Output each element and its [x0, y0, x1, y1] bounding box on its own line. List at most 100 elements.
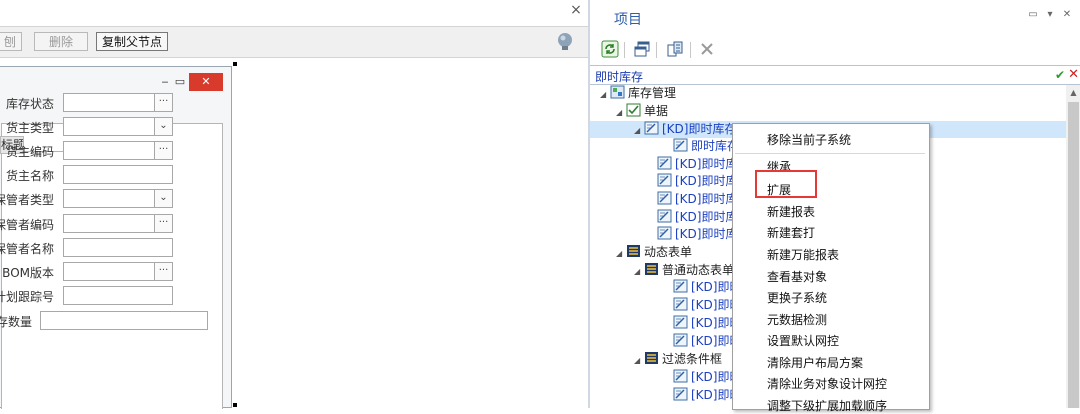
- toolbar-button-partial[interactable]: 刨: [0, 32, 22, 51]
- tree-node[interactable]: [KD]即时: [663, 369, 741, 386]
- form-icon: [657, 209, 675, 224]
- form-icon: [657, 226, 675, 241]
- chevron-down-icon[interactable]: ⌄: [154, 190, 172, 207]
- toolbar-separator: [656, 42, 657, 58]
- quantity-field[interactable]: [40, 311, 208, 330]
- designer-titlebar: ×: [0, 0, 588, 26]
- delete-icon[interactable]: [698, 40, 716, 58]
- context-menu-item[interactable]: 设置默认网控: [767, 332, 839, 349]
- form-icon: [673, 387, 691, 402]
- copy-icon[interactable]: [666, 40, 684, 58]
- designer-toolbar: 刨 删除 复制父节点: [0, 26, 588, 58]
- context-menu-item[interactable]: 元数据检测: [767, 311, 827, 328]
- scroll-up-icon[interactable]: ▲: [1066, 85, 1080, 100]
- ellipsis-icon[interactable]: ···: [154, 142, 172, 159]
- form-icon: [657, 191, 675, 206]
- tree-node[interactable]: ◢ 库存管理: [600, 85, 676, 102]
- field-label: 货主名称: [5, 169, 54, 183]
- expand-arrow-icon[interactable]: ◢: [616, 245, 626, 262]
- ellipsis-icon[interactable]: ···: [154, 94, 172, 111]
- minimize-icon[interactable]: ‒: [157, 73, 173, 91]
- resize-handle[interactable]: [233, 403, 237, 407]
- form-body: 标题 库存状态···货主类型⌄货主编码···货主名称保管者类型⌄保管者编码···…: [0, 93, 223, 409]
- pane-close-icon[interactable]: ✕: [1060, 8, 1074, 22]
- maximize-icon[interactable]: ▭: [173, 73, 187, 91]
- expand-arrow-icon[interactable]: ◢: [634, 122, 644, 139]
- lightbulb-icon[interactable]: [554, 31, 576, 53]
- highlight-annotation: [755, 170, 817, 198]
- form-icon: [673, 315, 691, 330]
- tree-node[interactable]: 即时库存: [663, 138, 739, 155]
- context-menu-item[interactable]: 更换子系统: [767, 289, 827, 306]
- form-icon: [657, 156, 675, 171]
- scrollbar-thumb[interactable]: [1068, 102, 1079, 408]
- text-field[interactable]: [63, 238, 173, 257]
- form-icon: [673, 279, 691, 294]
- field-label: 库存状态: [5, 97, 54, 111]
- chevron-down-icon[interactable]: ⌄: [154, 118, 172, 135]
- tree-node[interactable]: ◢ 普通动态表单: [634, 262, 734, 279]
- tree-node[interactable]: [KD]即时: [663, 333, 741, 350]
- expand-arrow-icon[interactable]: ◢: [634, 352, 644, 369]
- tree-node[interactable]: [KD]即时: [663, 387, 741, 404]
- expand-arrow-icon[interactable]: ◢: [616, 104, 626, 121]
- context-menu-item[interactable]: 新建报表: [767, 203, 815, 220]
- context-menu-item[interactable]: 新建万能报表: [767, 246, 839, 263]
- close-icon[interactable]: ×: [568, 2, 584, 18]
- tree-node-label: 普通动态表单: [662, 263, 735, 277]
- tree-node[interactable]: [KD]即时: [663, 297, 741, 314]
- lookup-field[interactable]: ···: [63, 93, 173, 112]
- combo-field[interactable]: ⌄: [63, 189, 173, 208]
- form-icon: [673, 333, 691, 348]
- pin-icon[interactable]: ▾: [1043, 8, 1057, 22]
- tree-node[interactable]: ◢ 过滤条件框: [634, 351, 722, 368]
- tree-node[interactable]: [KD]即时: [663, 279, 741, 296]
- field-label: 保管者类型: [0, 193, 54, 207]
- form-icon: [673, 297, 691, 312]
- ellipsis-icon[interactable]: ···: [154, 215, 172, 232]
- combo-field[interactable]: ⌄: [63, 117, 173, 136]
- confirm-icon[interactable]: ✔: [1055, 68, 1065, 82]
- context-menu-item[interactable]: 清除业务对象设计网控: [767, 375, 887, 392]
- menu-separator: [735, 153, 925, 154]
- pane-title: 项目: [614, 12, 642, 28]
- delete-button[interactable]: 删除: [34, 32, 88, 51]
- ellipsis-icon[interactable]: ···: [154, 263, 172, 280]
- context-menu-item[interactable]: 调整下级扩展加载顺序: [767, 397, 887, 414]
- dyn-icon: [644, 352, 662, 366]
- vertical-scrollbar[interactable]: ▲: [1066, 85, 1080, 408]
- tree-node-label: 过滤条件框: [662, 352, 723, 366]
- lookup-field[interactable]: ···: [63, 141, 173, 160]
- window-close-button[interactable]: ✕: [189, 73, 223, 91]
- windows-icon[interactable]: [633, 40, 651, 58]
- expand-arrow-icon[interactable]: ◢: [634, 263, 644, 280]
- tree-node[interactable]: ◢ 动态表单: [616, 244, 692, 261]
- float-icon[interactable]: ▭: [1026, 8, 1040, 22]
- project-search-box[interactable]: 即时库存 ✔ ✕: [590, 65, 1080, 85]
- context-menu-item[interactable]: 新建套打: [767, 224, 815, 241]
- text-field[interactable]: [63, 165, 173, 184]
- tree-node[interactable]: [KD]即时: [663, 315, 741, 332]
- tree-node[interactable]: ◢ 单据: [616, 103, 668, 120]
- context-menu-item[interactable]: 清除用户布局方案: [767, 354, 863, 371]
- expand-arrow-icon[interactable]: ◢: [600, 86, 610, 103]
- field-label: 货主编码: [5, 145, 54, 159]
- cancel-icon[interactable]: ✕: [1068, 67, 1079, 82]
- dyn-icon: [644, 263, 662, 277]
- tree-node-label: 动态表单: [644, 245, 693, 259]
- text-field[interactable]: [63, 286, 173, 305]
- field-label: 保管者编码: [0, 218, 54, 232]
- context-menu-item[interactable]: 查看基对象: [767, 268, 827, 285]
- search-input[interactable]: 即时库存: [595, 68, 643, 85]
- context-menu-item[interactable]: 移除当前子系统: [767, 131, 851, 148]
- field-label: 计划跟踪号: [0, 290, 54, 304]
- doc-icon: [626, 103, 644, 118]
- field-label: BOM版本: [2, 266, 54, 280]
- lookup-field[interactable]: ···: [63, 214, 173, 233]
- tree-node-label: [KD]即时库存: [662, 122, 737, 136]
- refresh-icon[interactable]: [601, 40, 619, 58]
- resize-handle[interactable]: [233, 62, 237, 66]
- form-design-window[interactable]: ‒ ▭ ✕ 标题 库存状态···货主类型⌄货主编码···货主名称保管者类型⌄保管…: [0, 66, 232, 409]
- lookup-field[interactable]: ···: [63, 262, 173, 281]
- copy-parent-node-button[interactable]: 复制父节点: [96, 32, 168, 51]
